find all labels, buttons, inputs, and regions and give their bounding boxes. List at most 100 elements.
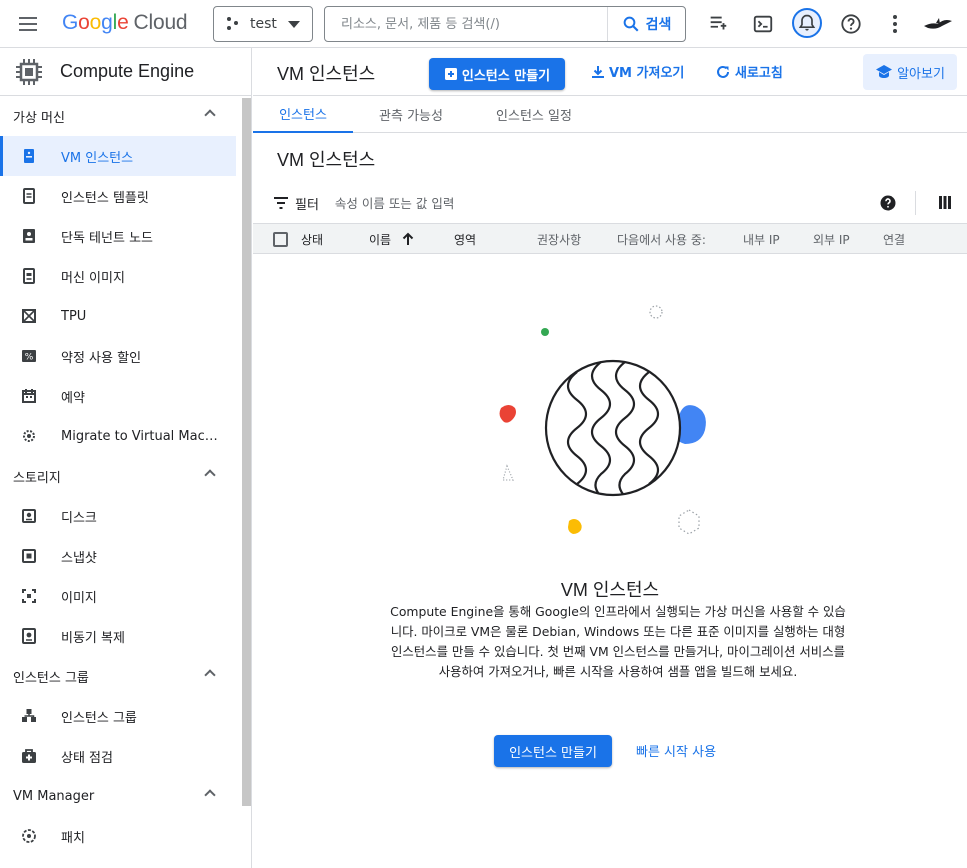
cloud-shell-icon[interactable] (749, 10, 777, 38)
column-external-ip[interactable]: 외부 IP (813, 231, 850, 248)
import-vm-button[interactable]: VM 가져오기 (591, 62, 684, 81)
sidebar-item-sole-tenant[interactable]: 단독 테넌트 노드 (0, 216, 236, 256)
sidebar-item-snapshot[interactable]: 스냅샷 (0, 536, 236, 576)
column-display-icon[interactable] (939, 196, 951, 209)
google-cloud-logo[interactable]: Google Cloud (62, 11, 188, 35)
refresh-label: 새로고침 (735, 66, 783, 81)
sidebar-item-tpu[interactable]: TPU (0, 296, 236, 336)
sidebar-item-label: 상태 점검 (61, 750, 113, 766)
sidebar-section-label: 인스턴스 그룹 (13, 670, 89, 686)
page-title: VM 인스턴스 (277, 64, 376, 84)
help-icon[interactable] (837, 10, 865, 38)
decor-dots-triangle (502, 464, 514, 481)
filter-input[interactable] (334, 195, 755, 211)
instance-group-icon (21, 708, 37, 724)
column-status[interactable]: 상태 (301, 231, 323, 248)
sidebar-item-discount[interactable]: % 약정 사용 할인 (0, 336, 236, 376)
sidebar-item-label: TPU (61, 308, 87, 324)
import-vm-label: VM 가져오기 (609, 66, 685, 81)
notifications-icon[interactable] (792, 8, 822, 38)
tab-instances[interactable]: 인스턴스 (253, 96, 353, 133)
empty-state-description: Compute Engine을 통해 Google의 인프라에서 실행되는 가상… (390, 604, 846, 679)
filter-bar: 필터 (253, 184, 967, 222)
tpu-icon (21, 308, 37, 324)
sidebar-section-3[interactable]: VM Manager (0, 776, 236, 816)
sidebar-scrollbar[interactable] (242, 98, 251, 806)
compute-engine-icon (16, 58, 42, 85)
refresh-icon (717, 65, 729, 78)
quickstart-link[interactable]: 빠른 시작 사용 (636, 741, 716, 760)
sidebar-item-health-check[interactable]: 상태 점검 (0, 736, 236, 776)
sidebar-item-label: 스냅샷 (61, 550, 97, 566)
search-button[interactable]: 검색 (607, 7, 685, 41)
learn-label: 알아보기 (897, 66, 945, 82)
sidebar-item-vm-instance[interactable]: VM 인스턴스 (0, 136, 236, 176)
patch-icon (21, 828, 37, 844)
chevron-up-icon[interactable] (204, 469, 216, 481)
main-content: VM 인스턴스 인스턴스 만들기 VM 가져오기 새로고침 알아보기 인스턴스 … (253, 48, 967, 868)
filter-label[interactable]: 필터 (295, 194, 319, 213)
sidebar-section-2[interactable]: 인스턴스 그룹 (0, 656, 236, 696)
chevron-up-icon[interactable] (204, 109, 216, 121)
create-instance-button[interactable]: 인스턴스 만들기 (429, 58, 565, 90)
chevron-up-icon[interactable] (204, 789, 216, 801)
sidebar-item-label: 인스턴스 그룹 (61, 710, 137, 726)
school-icon (876, 65, 893, 78)
empty-state-title: VM 인스턴스 (560, 580, 660, 600)
tab-schedules[interactable]: 인스턴스 일정 (483, 96, 585, 133)
column-in-use-by[interactable]: 다음에서 사용 중: (617, 231, 706, 248)
sidebar-item-image[interactable]: 이미지 (0, 576, 236, 616)
select-all-checkbox[interactable] (273, 232, 288, 247)
sidebar-item-machine-image[interactable]: 머신 이미지 (0, 256, 236, 296)
sidebar-item-migrate[interactable]: Migrate to Virtual Machin... (0, 416, 236, 456)
divider (915, 191, 916, 215)
column-internal-ip[interactable]: 내부 IP (743, 231, 780, 248)
sidebar-section-label: 스토리지 (13, 470, 61, 486)
column-name[interactable]: 이름 (369, 231, 391, 248)
more-vert-icon[interactable] (881, 10, 909, 38)
help-filled-icon[interactable] (880, 195, 896, 211)
calendar-icon (21, 388, 37, 404)
project-icon (226, 17, 240, 31)
learn-button[interactable]: 알아보기 (863, 54, 957, 90)
sidebar-item-label: 예약 (61, 390, 85, 406)
table-header: 상태 이름 영역 권장사항 다음에서 사용 중: 내부 IP 외부 IP 연결 (253, 223, 967, 254)
async-replication-icon (21, 628, 37, 644)
sidebar-section-0[interactable]: 가상 머신 (0, 96, 236, 136)
top-bar: GoogleCloud test 검색 (0, 0, 967, 48)
add-box-icon (444, 68, 457, 80)
machine-image-icon (21, 268, 37, 284)
search-icon (623, 16, 639, 32)
refresh-button[interactable]: 새로고침 (715, 62, 783, 81)
column-zone[interactable]: 영역 (454, 231, 476, 248)
sidebar-item-async-replication[interactable]: 비동기 복제 (0, 616, 236, 656)
sidebar-item-patch[interactable]: 패치 (0, 816, 236, 856)
sidebar-item-disk[interactable]: 디스크 (0, 496, 236, 536)
project-name: test (250, 16, 277, 32)
column-recommendations[interactable]: 권장사항 (537, 231, 581, 248)
sidebar-item-instance-group[interactable]: 인스턴스 그룹 (0, 696, 236, 736)
column-connect[interactable]: 연결 (883, 231, 905, 248)
search-box: 검색 (324, 6, 686, 42)
sidebar-item-template[interactable]: 인스턴스 템플릿 (0, 176, 236, 216)
sidebar-item-label: 디스크 (61, 510, 97, 526)
menu-icon[interactable] (16, 12, 40, 36)
avatar[interactable] (922, 10, 954, 38)
sidebar-section-1[interactable]: 스토리지 (0, 456, 236, 496)
migrate-icon (21, 428, 37, 444)
template-icon (21, 188, 37, 204)
project-selector[interactable]: test (213, 6, 313, 42)
search-input[interactable] (325, 7, 607, 41)
chevron-up-icon[interactable] (204, 669, 216, 681)
empty-create-instance-button[interactable]: 인스턴스 만들기 (494, 735, 612, 767)
product-header[interactable]: Compute Engine (0, 48, 251, 96)
sidebar-item-calendar[interactable]: 예약 (0, 376, 236, 416)
tab-observability[interactable]: 관측 가능성 (365, 96, 457, 133)
sidebar-item-label: VM 인스턴스 (61, 150, 134, 166)
filter-icon[interactable] (273, 196, 289, 210)
notes-icon[interactable] (704, 10, 732, 38)
sidebar-item-label: 이미지 (61, 590, 97, 606)
tab-bar: 인스턴스 관측 가능성 인스턴스 일정 (253, 96, 967, 133)
snapshot-icon (21, 548, 37, 564)
arrow-up-icon[interactable] (401, 232, 415, 246)
